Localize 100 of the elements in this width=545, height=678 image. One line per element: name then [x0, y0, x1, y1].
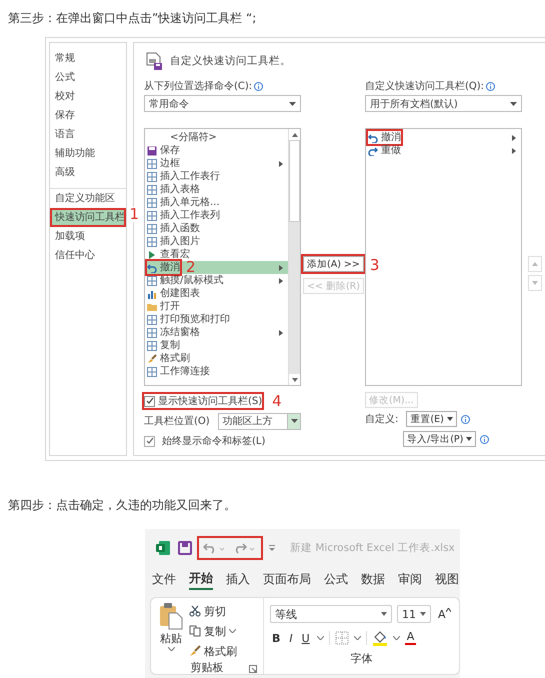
caret-icon[interactable]	[354, 636, 361, 640]
command-item[interactable]: 插入工作表行	[145, 170, 288, 183]
save-icon	[147, 146, 157, 156]
ribbon-tab[interactable]: 文件	[152, 569, 176, 589]
command-item[interactable]: 插入单元格...	[145, 196, 288, 209]
command-item[interactable]: 工作簿连接	[145, 365, 288, 378]
ribbon-tab[interactable]: 开始	[189, 568, 213, 590]
customize-toolbar-icon[interactable]	[268, 543, 276, 553]
format-painter-button[interactable]: 格式刷	[189, 642, 237, 660]
section-title: 自定义快速访问工具栏。	[170, 54, 291, 68]
command-item[interactable]: 触摸/鼠标模式	[145, 274, 288, 287]
scroll-down-icon[interactable]	[292, 378, 298, 382]
command-item[interactable]: 重做	[366, 144, 521, 157]
caret-icon[interactable]	[392, 636, 400, 640]
command-item[interactable]: 撤消	[366, 131, 521, 144]
grid-icon	[147, 236, 157, 246]
nav-item[interactable]: 快速访问工具栏	[50, 208, 126, 227]
ribbon-tab[interactable]: 公式	[324, 569, 348, 589]
step-number: 3	[370, 258, 380, 272]
copy-icon	[189, 625, 201, 637]
ribbon-tab[interactable]: 数据	[361, 569, 385, 589]
font-name-dropdown[interactable]: 等线	[270, 605, 392, 623]
caret-icon	[381, 612, 387, 616]
caret-icon	[290, 419, 298, 423]
checkbox-label: 显示快速访问工具栏(S)	[158, 394, 262, 408]
nav-item[interactable]: 加载项	[50, 227, 126, 246]
ribbon-tab[interactable]: 插入	[226, 569, 250, 589]
grow-font-button[interactable]: A	[436, 608, 453, 620]
submenu-arrow-icon	[279, 160, 283, 166]
paste-button[interactable]: 粘贴	[157, 602, 185, 660]
command-item[interactable]: 复制	[145, 339, 288, 352]
excel-logo-icon	[155, 540, 171, 556]
group-label: 剪贴板	[190, 660, 224, 674]
nav-item[interactable]: 公式	[50, 68, 126, 87]
nav-item[interactable]: 校对	[50, 87, 126, 106]
command-item[interactable]: 插入图片	[145, 235, 288, 248]
caret-icon	[466, 437, 472, 441]
grid-icon	[147, 198, 157, 208]
ribbon-tab[interactable]: 审阅	[398, 569, 422, 589]
nav-item[interactable]: 常规	[50, 49, 126, 68]
caret-icon	[446, 417, 453, 421]
down-arrow-icon	[532, 281, 538, 285]
redo-icon[interactable]	[233, 542, 257, 554]
scrollbar[interactable]	[288, 129, 300, 385]
command-item[interactable]: 冻结窗格	[145, 326, 288, 339]
info-icon	[254, 82, 264, 90]
ribbon-tab[interactable]: 页面布局	[263, 569, 311, 589]
grid-icon	[147, 366, 157, 376]
command-item[interactable]: 打印预览和打印	[145, 313, 288, 326]
caret-icon[interactable]	[316, 636, 324, 640]
command-item[interactable]: 打开	[145, 300, 288, 313]
borders-icon[interactable]	[334, 631, 349, 645]
command-source-dropdown[interactable]: 常用命令	[144, 95, 301, 112]
field-label: 工具栏位置(O)	[144, 414, 210, 428]
checkbox[interactable]	[144, 396, 155, 406]
clipboard-icon	[159, 602, 183, 630]
undo-icon[interactable]	[203, 542, 227, 554]
nav-item[interactable]: 语言	[50, 125, 126, 144]
ribbon-tab[interactable]: 视图	[435, 569, 459, 589]
command-item[interactable]: 查看宏	[145, 248, 288, 261]
grid-icon	[147, 158, 157, 168]
checkbox[interactable]	[144, 436, 155, 446]
command-item[interactable]: 插入表格	[145, 183, 288, 196]
command-item[interactable]: 格式刷	[145, 352, 288, 365]
command-item[interactable]: 撤消 2	[145, 261, 288, 274]
font-style-button[interactable]: U	[300, 632, 312, 644]
import-export-button[interactable]: 导入/导出(P)	[403, 431, 476, 447]
font-color-button[interactable]: A	[404, 631, 416, 645]
submenu-arrow-icon	[512, 148, 516, 154]
target-dropdown[interactable]: 用于所有文档(默认)	[365, 95, 522, 112]
command-item[interactable]: 保存	[145, 144, 288, 157]
command-item[interactable]: 边框	[145, 157, 288, 170]
dialog-launcher-icon[interactable]	[249, 665, 257, 673]
toolbar-position-dropdown[interactable]: 功能区上方	[218, 412, 301, 430]
font-style-button[interactable]: B	[270, 632, 282, 644]
cut-button[interactable]: 剪切	[189, 602, 237, 620]
nav-item[interactable]: 辅助功能	[50, 144, 126, 163]
nav-item[interactable]: 保存	[50, 106, 126, 125]
submenu-arrow-icon	[512, 134, 516, 140]
toolbar-icon	[144, 51, 164, 71]
field-label: 从下列位置选择命令(C):	[144, 80, 252, 93]
add-button[interactable]: 添加(A) >>	[303, 256, 364, 272]
save-icon[interactable]	[178, 541, 192, 555]
scroll-up-icon[interactable]	[292, 132, 298, 136]
redo-icon	[368, 146, 378, 156]
reset-button[interactable]: 重置(E)	[406, 411, 457, 427]
nav-item[interactable]: 信任中心	[50, 246, 126, 265]
command-item[interactable]: 插入工作表列	[145, 209, 288, 222]
grid-icon	[147, 184, 157, 194]
command-item[interactable]: 创建图表	[145, 287, 288, 300]
font-style-button[interactable]: I	[287, 632, 295, 644]
nav-item[interactable]: 高级	[50, 163, 126, 182]
command-item[interactable]: 插入函数	[145, 222, 288, 235]
font-size-dropdown[interactable]: 11	[397, 605, 431, 623]
fill-color-icon[interactable]	[372, 630, 388, 646]
folder-icon	[147, 302, 157, 312]
copy-button[interactable]: 复制	[189, 622, 237, 640]
chart-icon	[147, 288, 157, 298]
grid-icon	[147, 276, 157, 286]
command-item[interactable]: <分隔符>	[145, 131, 288, 144]
